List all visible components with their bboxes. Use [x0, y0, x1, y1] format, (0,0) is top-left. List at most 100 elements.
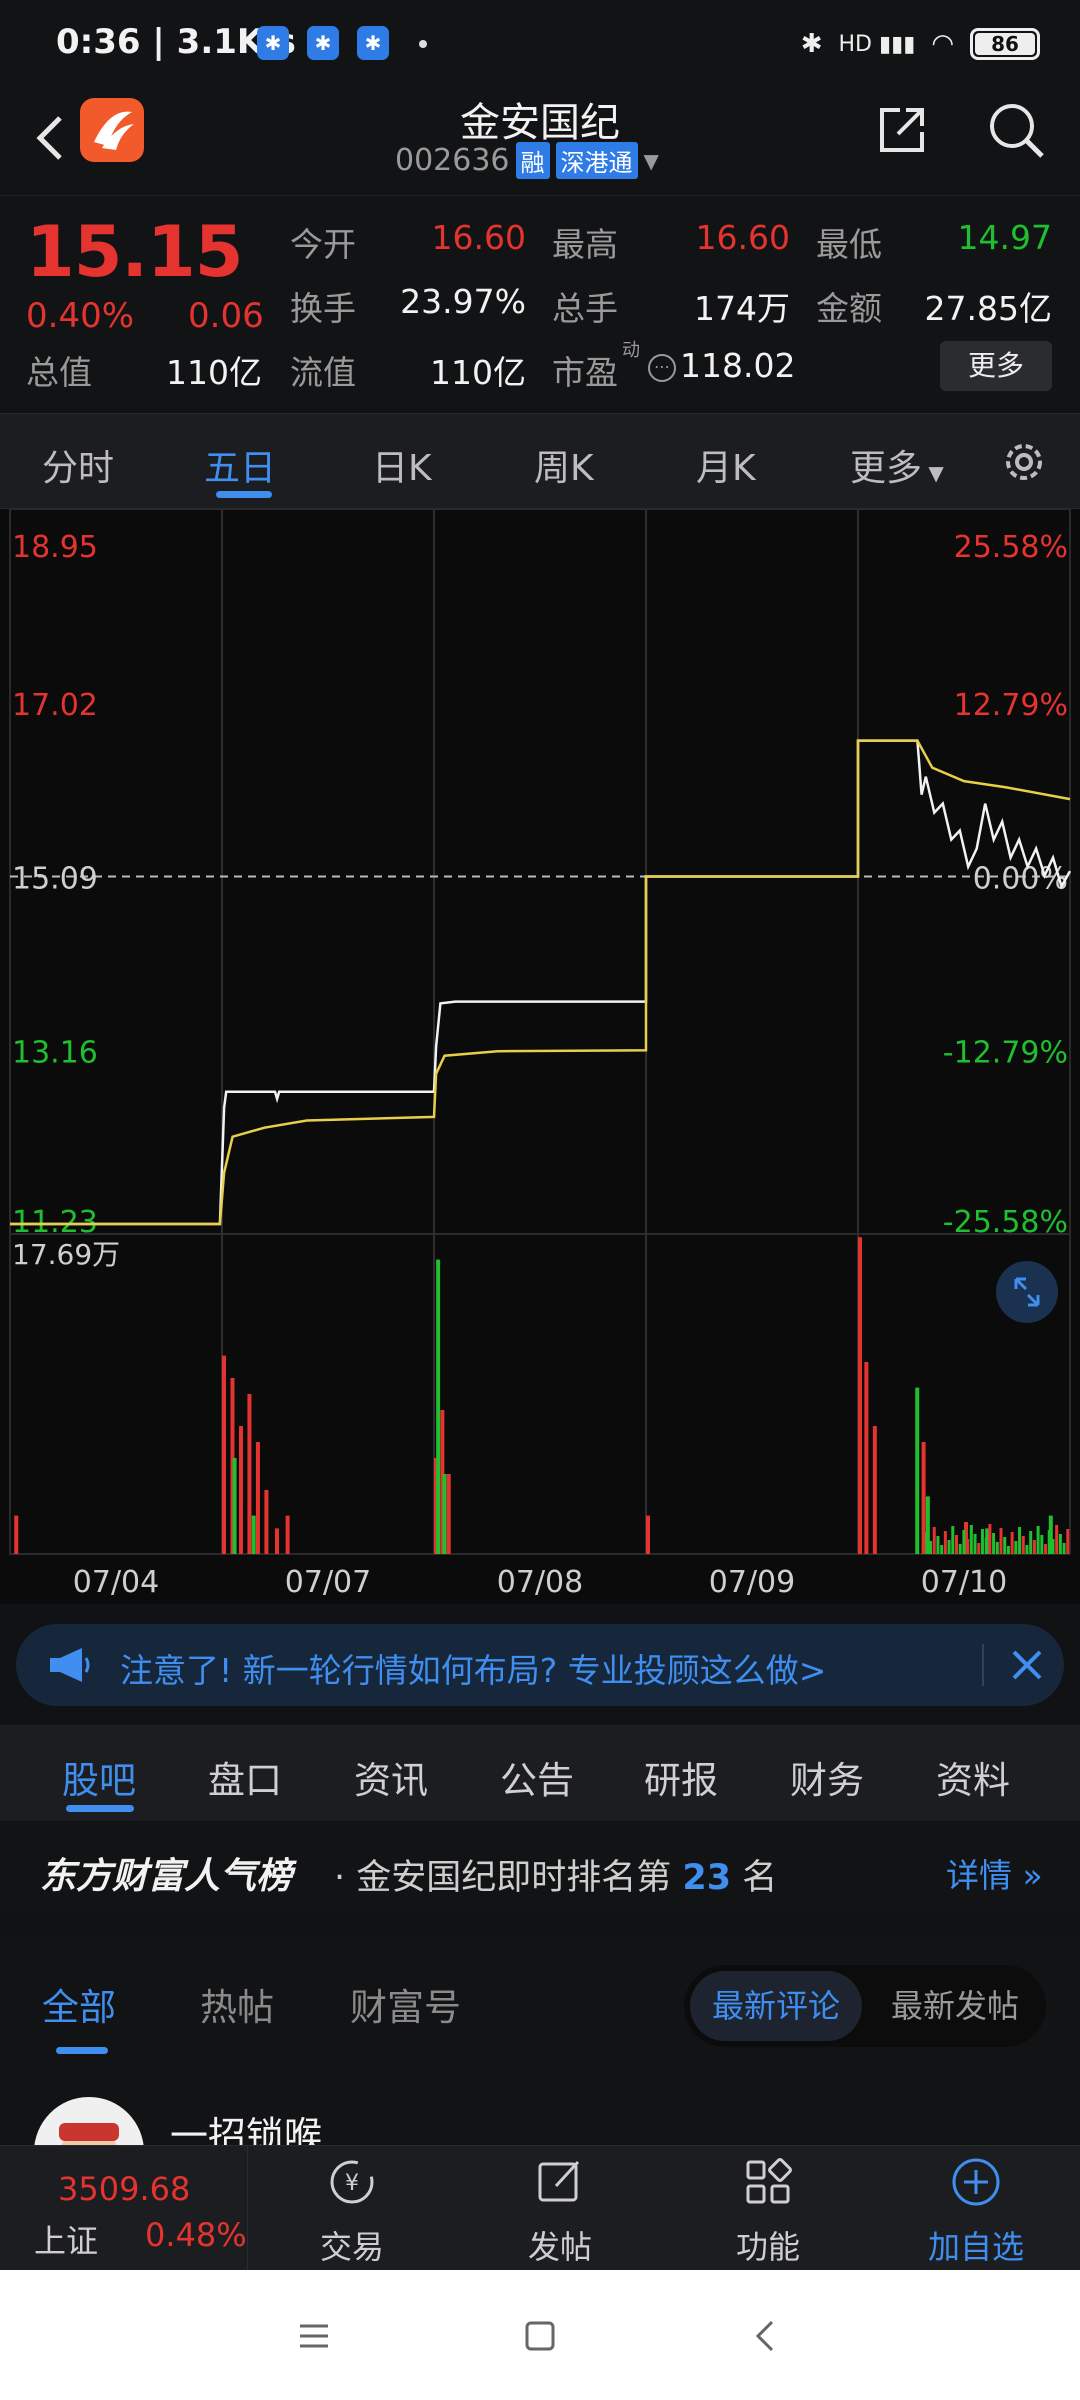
volume-bar [958, 1544, 962, 1554]
bluetooth-icon: ✱ [357, 26, 389, 60]
tab-hot[interactable]: 热帖 [200, 1977, 274, 2031]
five-day-chart[interactable]: 18.95 17.02 15.09 13.16 11.23 25.58% 12.79% 0.0… [0, 508, 1080, 1604]
change-amount: 0.06 [188, 296, 264, 336]
index-ticker[interactable]: 3509.68 上证 0.48% [0, 2146, 248, 2271]
tab-pankou[interactable]: 盘口 [208, 1750, 282, 1804]
price-axis-label: 11.23 [12, 1205, 98, 1240]
volume-bar [1062, 1543, 1066, 1554]
tab-guba[interactable]: 股吧 [62, 1750, 136, 1804]
post-username[interactable]: 一招锁喉 [170, 2105, 322, 2145]
close-icon[interactable] [1006, 1644, 1048, 1686]
volume-bar [936, 1536, 940, 1554]
nav-add-watchlist[interactable]: 加自选 [896, 2146, 1056, 2271]
tab-research[interactable]: 研报 [644, 1750, 718, 1804]
share-icon[interactable] [870, 98, 934, 162]
bluetooth-icon: ✱ [257, 26, 289, 60]
volume-bar [1036, 1526, 1040, 1554]
nav-post[interactable]: 发帖 [480, 2146, 640, 2271]
last-price: 15.15 [26, 211, 243, 293]
system-nav-bar [0, 2270, 1080, 2400]
search-icon[interactable] [984, 98, 1048, 162]
sort-latest-comments[interactable]: 最新评论 [690, 1971, 862, 2041]
red-volume-bar [264, 1490, 269, 1554]
more-button[interactable]: 更多 [940, 341, 1052, 391]
volume-bar [932, 1527, 936, 1554]
notification-dot [419, 40, 427, 48]
tab-profile[interactable]: 资料 [936, 1750, 1010, 1804]
popularity-ranking[interactable]: 东方财富人气榜 · 金安国纪即时排名第 23 名 详情 » [0, 1823, 1080, 1915]
tab-more[interactable]: 更多 ▼ [850, 439, 944, 491]
percent-axis-label: 12.79% [954, 688, 1068, 723]
bluetooth-status-icon: ✱ [800, 29, 823, 59]
percent-axis-label: 0.00% [973, 862, 1068, 897]
volume-bar [973, 1534, 977, 1554]
nav-features[interactable]: 功能 [688, 2146, 848, 2271]
tab-announcements[interactable]: 公告 [500, 1750, 574, 1804]
pe-dynamic-sup: 动 [622, 340, 640, 361]
chart-tabs: 分时 五日 日K 周K 月K 更多 ▼ [0, 413, 1080, 509]
nav-trade[interactable]: ¥ 交易 [272, 2146, 432, 2271]
red-volume-bar [285, 1515, 290, 1554]
battery-icon: 86 [970, 28, 1040, 60]
turnover-label: 换手 [290, 289, 356, 328]
section-tab-underline [66, 1805, 134, 1812]
tab-news[interactable]: 资讯 [354, 1750, 428, 1804]
volume-bar [977, 1543, 981, 1554]
green-volume-bar [915, 1387, 920, 1554]
tab-five-day[interactable]: 五日 [204, 439, 276, 491]
sort-latest-posts[interactable]: 最新发帖 [870, 1971, 1040, 2041]
tab-intraday[interactable]: 分时 [42, 439, 114, 491]
connect-tag: 深港通 [555, 142, 638, 179]
volume-bar [999, 1528, 1003, 1554]
red-volume-bar [864, 1362, 869, 1554]
feed-tabs: 全部 热帖 财富号 最新评论 最新发帖 [0, 1935, 1080, 2055]
avatar[interactable] [34, 2097, 144, 2145]
tab-weekly-k[interactable]: 周K [534, 439, 594, 491]
banner-text[interactable]: 注意了! 新一轮行情如何布局? 专业投顾这么做> [120, 1644, 826, 1692]
tab-finance[interactable]: 财务 [790, 1750, 864, 1804]
info-icon[interactable]: ⋯ [648, 354, 676, 382]
volume-bar [992, 1533, 996, 1554]
ranking-number: 23 [682, 1858, 732, 1898]
ranking-detail-link[interactable]: 详情 » [946, 1849, 1043, 1897]
system-back-icon[interactable] [744, 2314, 788, 2358]
percent-axis-label: 25.58% [954, 530, 1068, 565]
volume-bar [988, 1524, 992, 1554]
menu-icon[interactable] [292, 2314, 336, 2358]
tab-monthly-k[interactable]: 月K [696, 439, 756, 491]
tab-fortune[interactable]: 财富号 [350, 1977, 461, 2031]
tab-daily-k[interactable]: 日K [372, 439, 432, 491]
volume-bar [1044, 1544, 1048, 1554]
volume-bar [1051, 1539, 1055, 1554]
index-percent: 0.48% [145, 2216, 247, 2254]
margin-tag: 融 [515, 142, 550, 179]
post-item[interactable]: 一招锁喉 [0, 2055, 1080, 2145]
red-volume-bar [858, 1237, 862, 1554]
home-icon[interactable] [518, 2314, 562, 2358]
stock-code: 002636 [395, 143, 510, 178]
gear-icon[interactable] [998, 436, 1050, 488]
red-volume-bar [238, 1426, 243, 1554]
expand-icon[interactable] [996, 1261, 1058, 1323]
amount-value: 27.85亿 [924, 289, 1052, 328]
volume-bar [1014, 1541, 1018, 1554]
bottom-nav: 3509.68 上证 0.48% ¥ 交易 发帖 功能 加自选 [0, 2145, 1080, 2271]
pe-label: 市盈 [552, 353, 618, 392]
green-volume-bar [442, 1474, 447, 1554]
dropdown-icon[interactable]: ▼ [644, 149, 659, 173]
bluetooth-icon: ✱ [307, 26, 339, 60]
volume-max-label: 17.69万 [12, 1238, 120, 1271]
wifi-icon: ◠ [931, 29, 954, 59]
section-tabs: 股吧 盘口 资讯 公告 研报 财务 资料 [0, 1725, 1080, 1821]
price-axis-label: 18.95 [12, 530, 98, 565]
low-value: 14.97 [957, 218, 1052, 257]
promo-banner[interactable]: 注意了! 新一轮行情如何布局? 专业投顾这么做> [16, 1624, 1064, 1706]
volume-bar [921, 1546, 925, 1554]
open-label: 今开 [290, 225, 356, 264]
price-axis-label: 13.16 [12, 1035, 98, 1070]
tab-all[interactable]: 全部 [42, 1977, 116, 2031]
open-value: 16.60 [431, 218, 526, 257]
volume-bar [1040, 1535, 1044, 1554]
x-axis-date-label: 07/07 [285, 1565, 371, 1600]
volume-bar [980, 1529, 984, 1554]
